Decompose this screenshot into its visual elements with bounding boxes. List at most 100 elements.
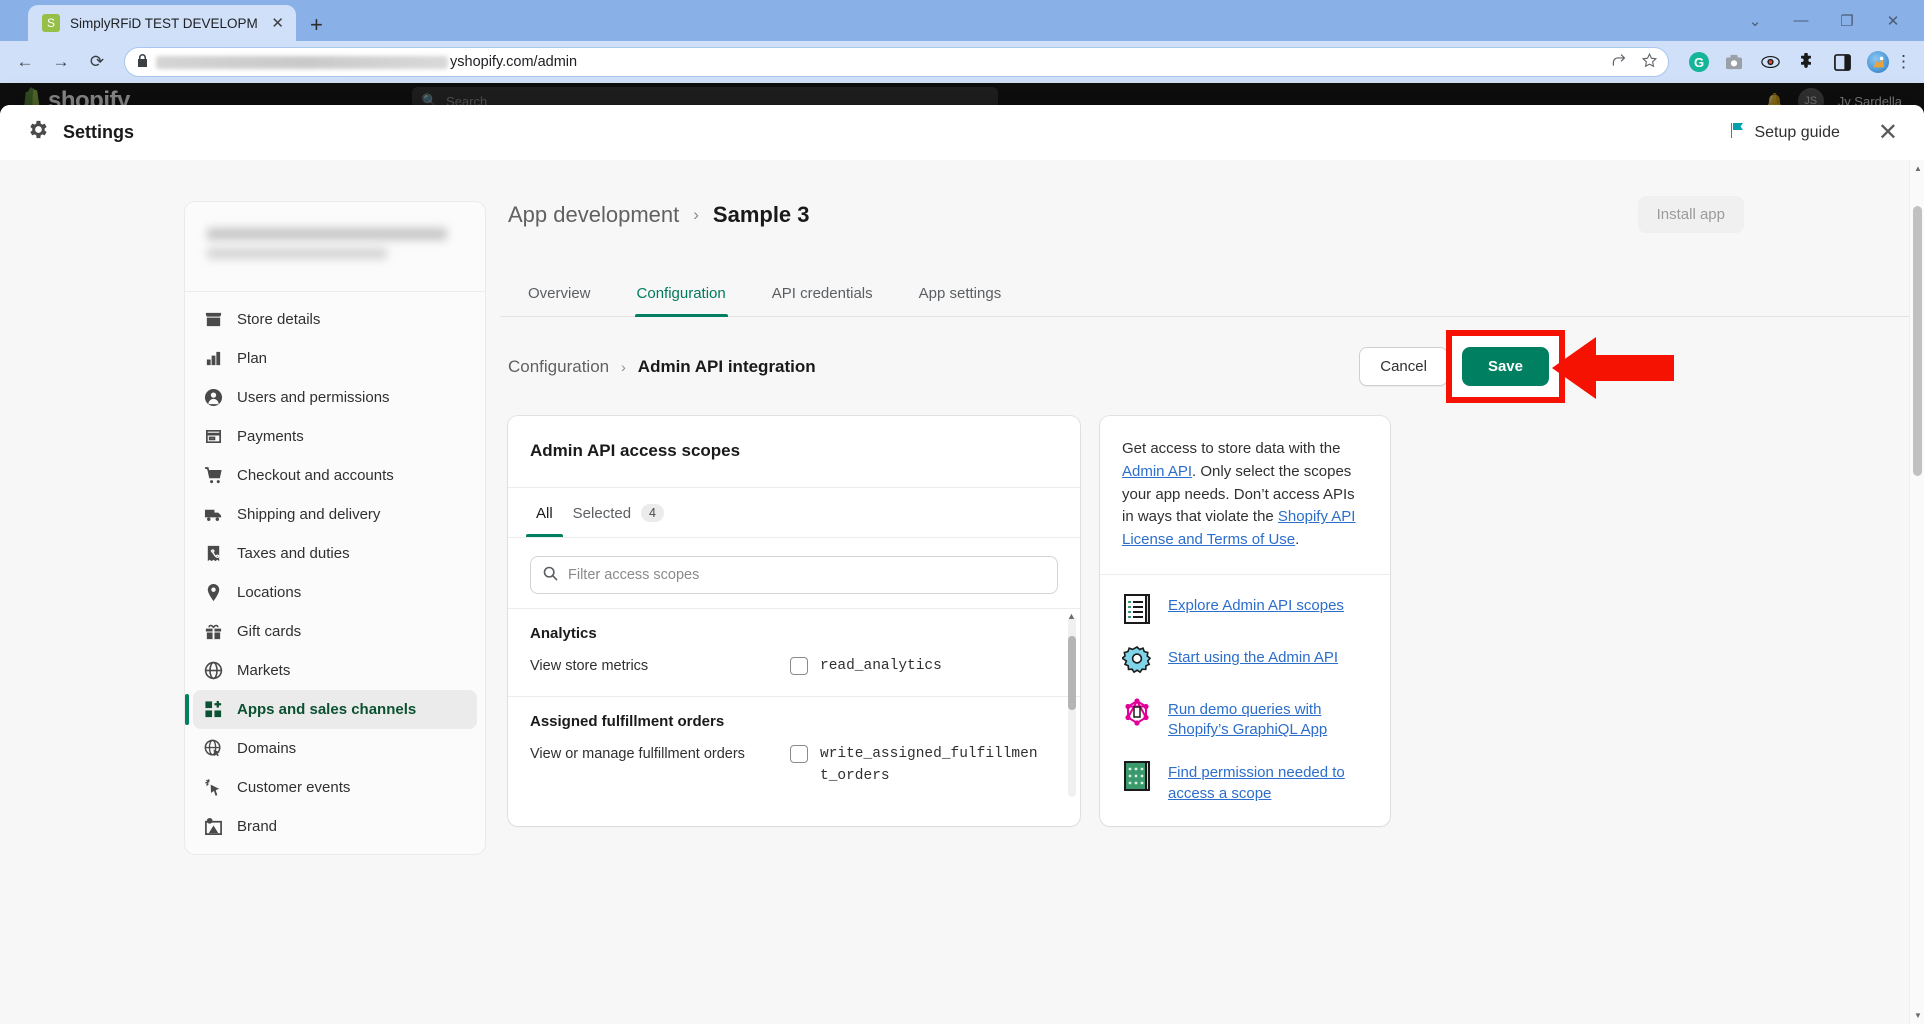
scope-row: View or manage fulfillment orders write_… [530,744,1058,788]
filter-access-scopes-input[interactable] [568,567,1045,583]
share-icon[interactable] [1610,52,1627,73]
help-link-find-permission[interactable]: Find permission needed to access a scope [1122,760,1368,804]
profile-avatar[interactable] [1867,51,1889,73]
save-button-wrapper: Save [1445,330,1674,403]
puzzle-icon[interactable] [1795,51,1817,73]
help-link-explore-admin-api-scopes[interactable]: Explore Admin API scopes [1122,593,1368,625]
sidebar-item-checkout-and-accounts[interactable]: Checkout and accounts [193,456,477,495]
tab-overview[interactable]: Overview [508,273,611,316]
sidebar-item-label: Shipping and delivery [237,506,381,523]
sidebar-item-markets[interactable]: Markets [193,651,477,690]
lock-icon [137,54,148,70]
help-link-label[interactable]: Find permission needed to access a scope [1168,760,1368,804]
new-tab-button[interactable]: + [310,14,323,36]
domain-globe-icon [203,739,223,759]
tab-configuration[interactable]: Configuration [617,273,746,317]
sidebar-item-payments[interactable]: Payments [193,417,477,456]
scope-row: View store metrics read_analytics [530,656,1058,678]
sidebar-item-plan[interactable]: Plan [193,339,477,378]
close-tab-icon[interactable]: ✕ [267,14,288,32]
plan-icon [203,349,223,369]
scope-checkbox[interactable] [790,657,808,675]
help-link-label[interactable]: Explore Admin API scopes [1168,593,1344,616]
chevron-right-icon: › [621,358,626,375]
receipt-percent-icon [203,544,223,564]
page-header-row: App development › Sample 3 Install app [500,196,1924,233]
tab-search-icon[interactable]: ⌄ [1732,0,1778,41]
sidebar-item-shipping-and-delivery[interactable]: Shipping and delivery [193,495,477,534]
help-link-run-demo-queries[interactable]: Run demo queries with Shopify’s GraphiQL… [1122,697,1368,741]
breadcrumb-current: Sample 3 [712,201,810,227]
address-bar[interactable]: yshopify.com/admin [124,47,1669,77]
filter-access-scopes-box[interactable] [530,556,1058,594]
breadcrumb-parent[interactable]: App development [508,202,679,228]
tab-title: SimplyRFiD TEST DEVELOPMENT [70,15,258,31]
filter-section [508,537,1080,608]
scroll-up-icon[interactable]: ▲ [1914,164,1922,173]
breadcrumb: App development › Sample 3 [500,202,810,228]
minimize-button[interactable]: — [1778,0,1824,41]
scope-checkbox-group[interactable]: write_assigned_fulfillment_orders [790,744,1040,788]
gear-icon [26,118,49,147]
maximize-button[interactable]: ❐ [1824,0,1870,41]
side-panel-icon[interactable] [1831,51,1853,73]
sidebar-item-store-details[interactable]: Store details [193,300,477,339]
tab-all-label: All [536,504,553,522]
install-app-button[interactable]: Install app [1637,196,1744,233]
help-link-label[interactable]: Run demo queries with Shopify’s GraphiQL… [1168,697,1368,741]
admin-api-link[interactable]: Admin API [1122,463,1192,480]
modal-header: Settings Setup guide ✕ [0,105,1924,160]
blue-gear-icon [1120,645,1152,677]
scope-group-title: Assigned fulfillment orders [530,712,725,730]
setup-guide-button[interactable]: Setup guide [1729,122,1840,144]
sidebar-item-brand[interactable]: Brand [193,807,477,846]
sidebar-item-gift-cards[interactable]: Gift cards [193,612,477,651]
search-icon [543,566,558,584]
scope-group-title: Analytics [530,625,597,642]
tab-all-scopes[interactable]: All [526,488,563,537]
grammarly-icon[interactable]: G [1689,52,1709,72]
help-link-start-using-admin-api[interactable]: Start using the Admin API [1120,645,1368,677]
tab-selected-scopes[interactable]: Selected 4 [563,488,674,537]
scope-checkbox[interactable] [790,744,808,763]
tab-app-settings[interactable]: App settings [899,273,1022,316]
reload-icon[interactable]: ⟳ [80,45,114,79]
eye-icon[interactable] [1759,51,1781,73]
sidebar-item-domains[interactable]: Domains [193,729,477,768]
cancel-button[interactable]: Cancel [1359,347,1448,386]
sidebar-item-locations[interactable]: Locations [193,573,477,612]
bookmark-star-icon[interactable] [1641,52,1658,73]
scope-name: read_analytics [820,658,942,674]
url-text: yshopify.com/admin [450,54,578,70]
save-button[interactable]: Save [1461,347,1549,386]
page-scrollbar-thumb[interactable] [1913,206,1922,476]
close-window-button[interactable]: ✕ [1870,0,1916,41]
sidebar-item-customer-events[interactable]: Customer events [193,768,477,807]
content-cards: Admin API access scopes All Selected 4 F… [500,416,1924,826]
sub-breadcrumb-parent[interactable]: Configuration [508,357,609,377]
red-arrow-annotation [1551,337,1674,399]
sidebar-item-taxes-and-duties[interactable]: Taxes and duties [193,534,477,573]
settings-modal: Settings Setup guide ✕ Store details Pla… [0,105,1924,1024]
sidebar-item-apps-and-sales-channels[interactable]: Apps and sales channels [185,690,477,729]
help-text-1: Get access to store data with the [1122,440,1341,457]
forward-icon[interactable]: → [44,45,78,79]
browser-tab[interactable]: S SimplyRFiD TEST DEVELOPMENT ✕ [28,5,296,41]
back-icon[interactable]: ← [8,45,42,79]
tab-api-credentials[interactable]: API credentials [752,273,893,316]
flag-icon [1729,122,1745,144]
scroll-up-icon[interactable]: ▲ [1067,611,1076,621]
scope-checkbox-group[interactable]: read_analytics [790,656,942,678]
scroll-down-icon[interactable]: ▼ [1914,1011,1922,1020]
scope-list-scrollbar[interactable]: ▲ [1067,611,1076,798]
settings-nav-list: Store details Plan Users and permissions [185,292,485,854]
page-scrollbar[interactable]: ▲ ▼ [1909,160,1924,1024]
help-link-label[interactable]: Start using the Admin API [1168,645,1338,668]
browser-menu-icon[interactable]: ⋮ [1891,52,1916,72]
screenshot-icon[interactable] [1723,51,1745,73]
modal-body: Store details Plan Users and permissions [0,160,1924,1024]
scrollbar-thumb[interactable] [1068,636,1076,710]
sidebar-item-label: Checkout and accounts [237,467,394,484]
close-icon[interactable]: ✕ [1878,118,1898,147]
sidebar-item-users-and-permissions[interactable]: Users and permissions [193,378,477,417]
